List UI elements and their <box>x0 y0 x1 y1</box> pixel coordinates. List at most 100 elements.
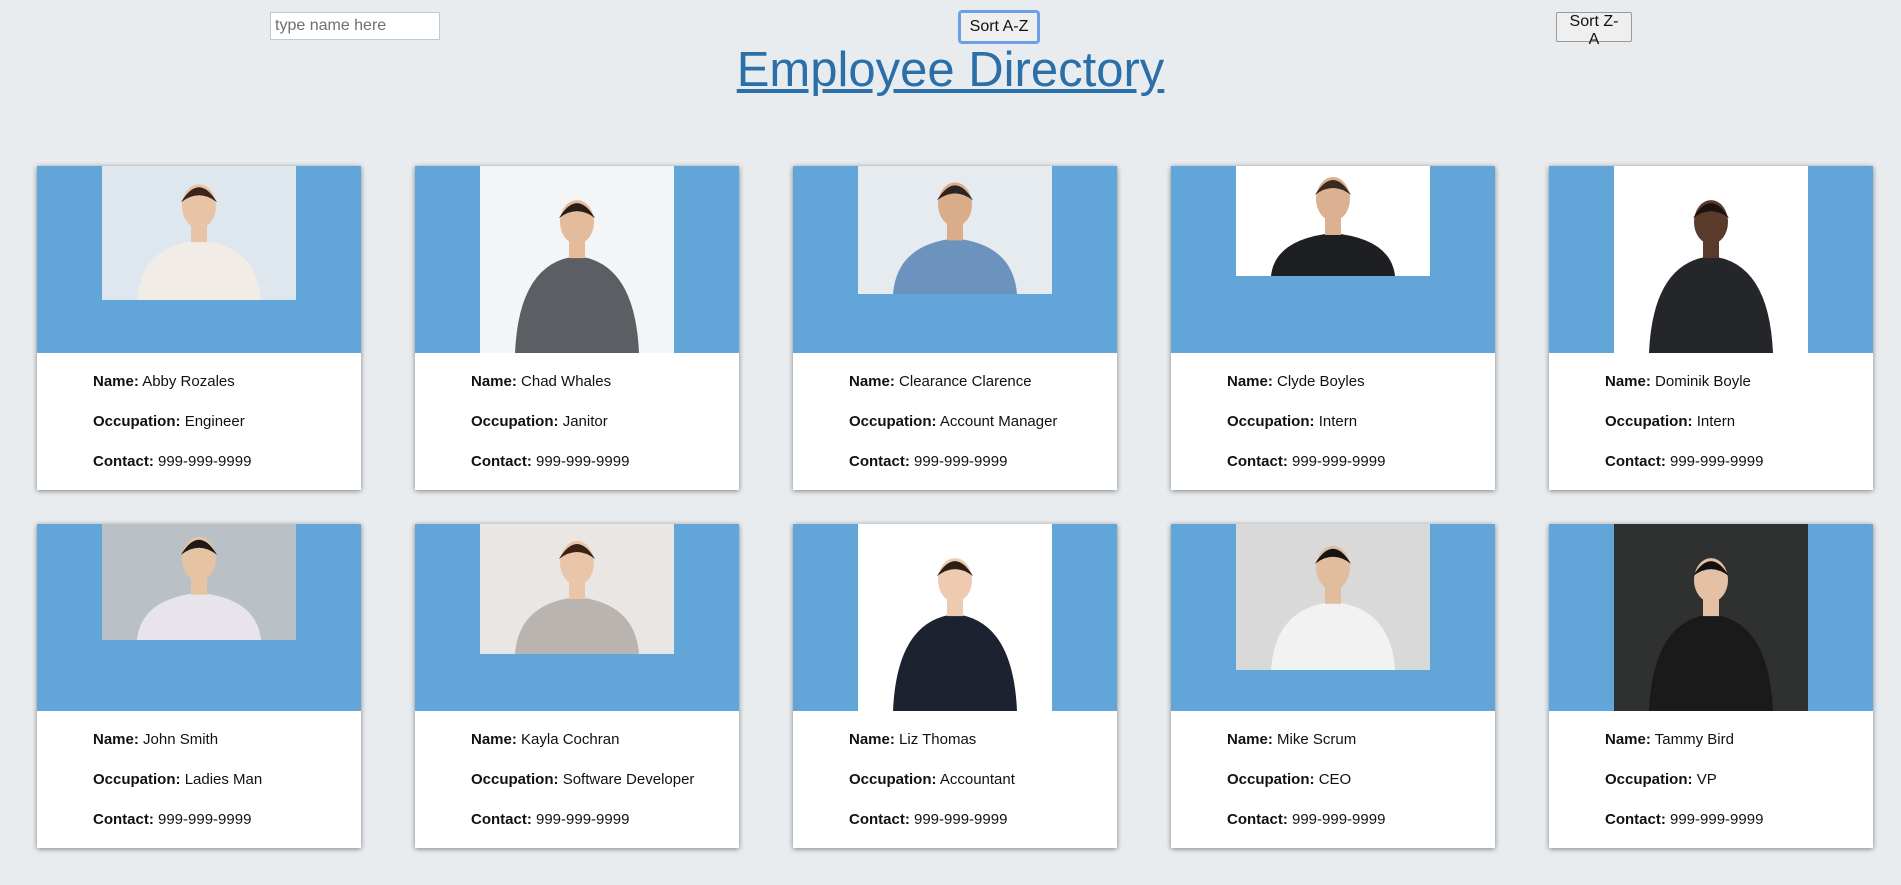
card-header <box>793 166 1117 353</box>
employee-contact-value: 999-999-9999 <box>914 453 1008 470</box>
sort-a-z-button[interactable]: Sort A-Z <box>958 10 1040 44</box>
employee-name-value: Liz Thomas <box>899 731 977 748</box>
employee-contact: Contact: 999-999-9999 <box>1227 453 1385 470</box>
employee-info: Name: John Smith Occupation: Ladies Man Co… <box>93 731 262 851</box>
employee-occupation-value: Software Developer <box>562 771 695 788</box>
search-input[interactable] <box>270 12 440 40</box>
sort-z-a-button[interactable]: Sort Z-A <box>1556 12 1632 48</box>
employee-contact: Contact: 999-999-9999 <box>93 811 262 828</box>
employee-info: Name: Dominik Boyle Occupation: Intern Con… <box>1605 373 1763 493</box>
employee-occupation-label: Occupation: <box>93 413 181 430</box>
employee-name-label: Name: <box>1227 731 1273 748</box>
employee-contact: Contact: 999-999-9999 <box>471 453 629 470</box>
employee-name: Name: Clyde Boyles <box>1227 373 1385 390</box>
employee-card: Name: Chad Whales Occupation: Janitor Cont… <box>415 166 739 490</box>
employee-contact-label: Contact: <box>1227 811 1288 828</box>
employee-info: Name: Tammy Bird Occupation: VP Contact: 9… <box>1605 731 1763 851</box>
employee-contact-value: 999-999-9999 <box>1670 811 1764 828</box>
employee-card: Name: Clyde Boyles Occupation: Intern Cont… <box>1171 166 1495 490</box>
employee-name: Name: Tammy Bird <box>1605 731 1763 748</box>
employee-contact-value: 999-999-9999 <box>1670 453 1764 470</box>
employee-occupation-label: Occupation: <box>471 771 559 788</box>
employee-contact-label: Contact: <box>93 811 154 828</box>
employee-contact-value: 999-999-9999 <box>536 811 630 828</box>
employee-photo <box>1614 166 1808 353</box>
employee-photo <box>858 524 1052 711</box>
employee-name-label: Name: <box>1605 373 1651 390</box>
employee-occupation-value: Account Manager <box>939 413 1058 430</box>
employee-name: Name: John Smith <box>93 731 262 748</box>
employee-contact-value: 999-999-9999 <box>1292 811 1386 828</box>
employee-card: Name: John Smith Occupation: Ladies Man Co… <box>37 524 361 848</box>
employee-name: Name: Abby Rozales <box>93 373 251 390</box>
employee-contact-label: Contact: <box>471 811 532 828</box>
employee-name-value: John Smith <box>143 731 219 748</box>
employee-contact-label: Contact: <box>1605 811 1666 828</box>
employee-contact-value: 999-999-9999 <box>158 811 252 828</box>
employee-name: Name: Clearance Clarence <box>849 373 1057 390</box>
employee-photo <box>480 166 674 353</box>
employee-occupation-value: Intern <box>1696 413 1736 430</box>
employee-occupation-value: CEO <box>1318 771 1352 788</box>
employee-name: Name: Chad Whales <box>471 373 629 390</box>
employee-contact: Contact: 999-999-9999 <box>849 811 1015 828</box>
employee-name: Name: Mike Scrum <box>1227 731 1385 748</box>
employee-card: Name: Mike Scrum Occupation: CEO Contact: … <box>1171 524 1495 848</box>
employee-card: Name: Clearance Clarence Occupation: Acco… <box>793 166 1117 490</box>
page-title: Employee Directory <box>0 42 1901 98</box>
employee-occupation: Occupation: Intern <box>1227 413 1385 430</box>
employee-contact-value: 999-999-9999 <box>1292 453 1386 470</box>
employee-name-label: Name: <box>93 373 139 390</box>
employee-occupation: Occupation: Engineer <box>93 413 251 430</box>
card-header <box>37 166 361 353</box>
employee-contact-value: 999-999-9999 <box>536 453 630 470</box>
employee-occupation: Occupation: Account Manager <box>849 413 1057 430</box>
employee-contact: Contact: 999-999-9999 <box>1605 453 1763 470</box>
employee-occupation-value: Engineer <box>184 413 245 430</box>
employee-occupation: Occupation: Software Developer <box>471 771 694 788</box>
employee-name-value: Tammy Bird <box>1654 731 1734 748</box>
employee-name: Name: Liz Thomas <box>849 731 1015 748</box>
employee-contact: Contact: 999-999-9999 <box>471 811 694 828</box>
employee-occupation: Occupation: CEO <box>1227 771 1385 788</box>
employee-photo <box>1236 166 1430 276</box>
page-title-link[interactable]: Employee Directory <box>737 43 1165 97</box>
employee-name-label: Name: <box>1605 731 1651 748</box>
controls-bar: Sort A-Z Sort Z-A <box>0 0 1901 48</box>
employee-occupation-value: Intern <box>1318 413 1358 430</box>
employee-info: Name: Clyde Boyles Occupation: Intern Cont… <box>1227 373 1385 493</box>
employee-name-value: Dominik Boyle <box>1655 373 1751 390</box>
employee-occupation: Occupation: VP <box>1605 771 1763 788</box>
employee-name-value: Clyde Boyles <box>1277 373 1365 390</box>
employee-occupation-value: VP <box>1696 771 1717 788</box>
employee-occupation-label: Occupation: <box>1227 413 1315 430</box>
employee-occupation-label: Occupation: <box>1605 771 1693 788</box>
employee-contact-label: Contact: <box>849 811 910 828</box>
employee-name-value: Clearance Clarence <box>899 373 1032 390</box>
employee-occupation-label: Occupation: <box>849 771 937 788</box>
employee-info: Name: Liz Thomas Occupation: Accountant Co… <box>849 731 1015 851</box>
employee-name-value: Mike Scrum <box>1277 731 1357 748</box>
employee-photo <box>858 166 1052 294</box>
card-header <box>793 524 1117 711</box>
card-header <box>1171 166 1495 353</box>
employee-name-label: Name: <box>1227 373 1273 390</box>
employee-occupation-value: Accountant <box>939 771 1015 788</box>
employee-occupation-label: Occupation: <box>471 413 559 430</box>
employee-contact: Contact: 999-999-9999 <box>849 453 1057 470</box>
card-header <box>415 524 739 711</box>
employee-name-value: Chad Whales <box>521 373 612 390</box>
employee-name-value: Kayla Cochran <box>521 731 620 748</box>
employee-name: Name: Dominik Boyle <box>1605 373 1763 390</box>
employee-name-value: Abby Rozales <box>142 373 235 390</box>
employee-occupation: Occupation: Accountant <box>849 771 1015 788</box>
employee-card: Name: Abby Rozales Occupation: Engineer Co… <box>37 166 361 490</box>
employee-occupation: Occupation: Janitor <box>471 413 629 430</box>
employee-contact-label: Contact: <box>93 453 154 470</box>
employee-info: Name: Chad Whales Occupation: Janitor Cont… <box>471 373 629 493</box>
employee-contact: Contact: 999-999-9999 <box>1605 811 1763 828</box>
employee-photo <box>480 524 674 654</box>
employee-contact-label: Contact: <box>471 453 532 470</box>
card-header <box>37 524 361 711</box>
employee-name-label: Name: <box>93 731 139 748</box>
